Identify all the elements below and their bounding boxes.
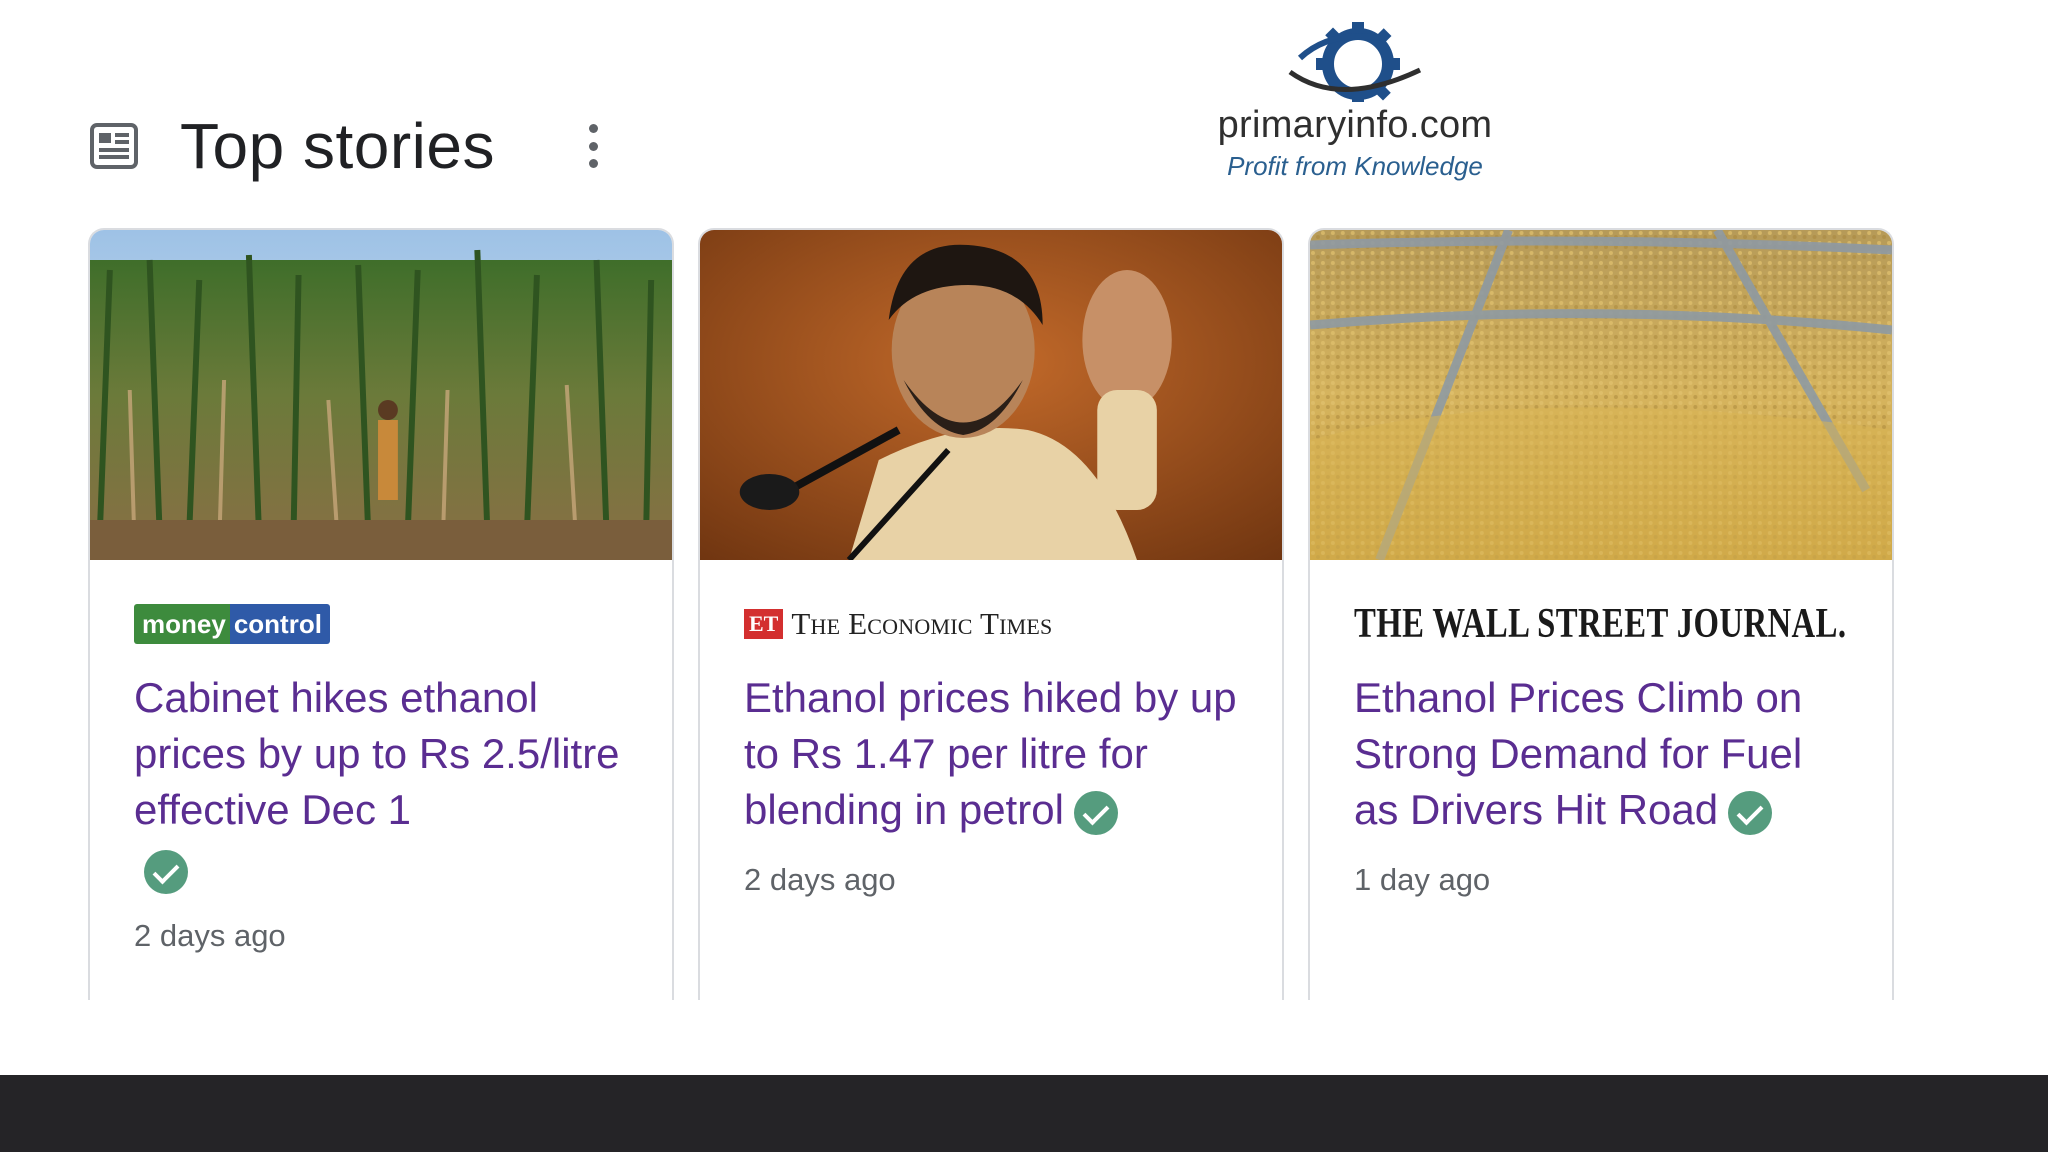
- source-name-part2: control: [229, 604, 330, 644]
- story-headline[interactable]: Cabinet hikes ethanol prices by up to Rs…: [134, 670, 634, 894]
- story-card[interactable]: money control Cabinet hikes ethanol price…: [88, 228, 674, 1000]
- headline-text[interactable]: Cabinet hikes ethanol prices by up to Rs…: [134, 674, 620, 833]
- story-carousel: money control Cabinet hikes ethanol price…: [88, 228, 1896, 1000]
- source-logo-economic-times: ET The Economic Times: [744, 602, 1053, 646]
- story-card[interactable]: ET The Economic Times Ethanol prices hik…: [698, 228, 1284, 1000]
- source-name: THE WALL STREET JOURNAL.: [1354, 601, 1847, 647]
- story-time: 2 days ago: [744, 862, 896, 897]
- watermark-tagline: Profit from Knowledge: [1227, 151, 1483, 181]
- news-icon: [90, 123, 138, 169]
- gear-logo-icon: [1288, 22, 1422, 102]
- sugarcane-field-image[interactable]: [90, 230, 672, 560]
- story-card[interactable]: THE WALL STREET JOURNAL. Ethanol Prices …: [1308, 228, 1894, 1000]
- top-stories-header: Top stories: [90, 108, 601, 184]
- source-logo-moneycontrol: money control: [134, 602, 330, 646]
- corn-grain-pile-image[interactable]: [1310, 230, 1892, 560]
- story-headline[interactable]: Ethanol Prices Climb on Strong Demand fo…: [1354, 670, 1854, 838]
- more-vert-icon[interactable]: [587, 124, 601, 168]
- et-badge: ET: [744, 609, 784, 639]
- headline-text[interactable]: Ethanol prices hiked by up to Rs 1.47 pe…: [744, 674, 1237, 833]
- story-time: 1 day ago: [1354, 862, 1491, 897]
- story-headline[interactable]: Ethanol prices hiked by up to Rs 1.47 pe…: [744, 670, 1244, 838]
- verified-check-icon: [144, 850, 188, 894]
- source-name: The Economic Times: [791, 606, 1053, 641]
- section-title: Top stories: [180, 110, 495, 182]
- footer-bar: [0, 1075, 2048, 1152]
- verified-check-icon: [1728, 790, 1773, 835]
- speaker-at-podium-image[interactable]: [700, 230, 1282, 560]
- verified-check-icon: [1073, 790, 1118, 835]
- story-time: 2 days ago: [134, 918, 286, 953]
- watermark-name: primaryinfo.com: [1217, 104, 1493, 146]
- primaryinfo-watermark: primaryinfo.com Profit from Knowledge: [1200, 20, 1510, 200]
- source-logo-wall-street-journal: THE WALL STREET JOURNAL.: [1354, 601, 1892, 647]
- source-name-part1: money: [134, 604, 230, 644]
